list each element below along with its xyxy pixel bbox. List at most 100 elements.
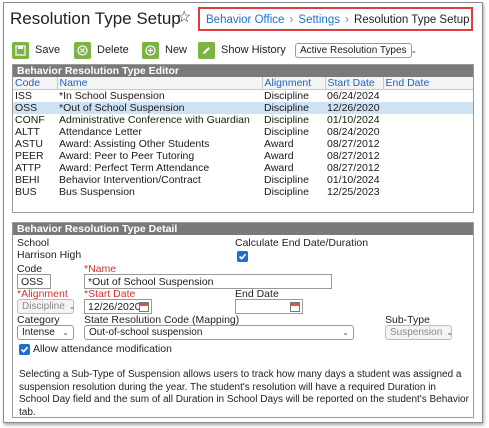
table-row[interactable]: ALTT Attendance Letter Discipline 08/24/202… [13,126,473,138]
chevron-down-icon: ⌄ [446,328,453,337]
toolbar: Save Delete New Show History Active Reso… [12,40,472,60]
start-date-value: 12/26/2020 [88,301,141,313]
school-label: School [17,237,50,249]
allow-attendance-modification-label: Allow attendance modification [33,343,172,355]
cell-code: CONF [15,114,45,126]
cell-alignment: Discipline [264,174,309,186]
breadcrumb-current: Resolution Type Setup [353,14,470,26]
end-date-input[interactable] [235,299,303,314]
cell-start-date: 06/24/2024 [327,90,380,102]
column-header-end-date[interactable]: End Date [383,77,473,90]
table-row[interactable]: OSS *Out of School Suspension Discipline 12… [13,102,473,114]
cell-alignment: Discipline [262,102,325,114]
table-row[interactable]: CONF Administrative Conference with Guard… [13,114,473,126]
chevron-down-icon: ⌄ [342,328,349,337]
cell-start-date: 01/10/2024 [327,114,380,126]
delete-button[interactable]: Delete [74,40,129,60]
cell-start-date: 08/24/2020 [327,126,380,138]
breadcrumb-settings[interactable]: Settings [298,14,340,26]
page-title: Resolution Type Setup [10,9,181,28]
resolution-editor-panel: Behavior Resolution Type Editor Code Nam… [12,64,474,213]
cell-code: ATTP [15,162,42,174]
table-row[interactable]: BUS Bus Suspension Discipline 12/25/2023 [13,186,473,198]
cell-end-date [383,162,473,174]
cell-end-date [383,126,473,138]
chevron-down-icon: ⌄ [68,302,76,311]
table-row[interactable]: ASTU Award: Assisting Other Students Award… [13,138,473,150]
breadcrumb: Behavior Office › Settings › Resolution Type… [198,7,473,31]
allow-attendance-modification-checkbox[interactable] [19,344,30,355]
calculate-end-date-label: Calculate End Date/Duration [235,237,369,249]
cell-code: ASTU [15,138,44,150]
school-value: Harrison High [17,249,82,261]
cell-code: OSS [13,102,57,114]
cell-alignment: Award [264,150,294,162]
cell-name: Award: Assisting Other Students [59,138,210,150]
cell-name: Bus Suspension [59,186,135,198]
category-select[interactable]: Intense ⌄ [17,325,74,340]
column-header-alignment[interactable]: Alignment [262,77,326,90]
delete-icon [74,41,91,59]
table-row[interactable]: ATTP Award: Perfect Term Attendance Award 0… [13,162,473,174]
cell-start-date: 12/26/2020 [325,102,383,114]
cell-start-date: 08/27/2012 [327,162,380,174]
cell-name: Administrative Conference with Guardian [59,114,250,126]
title-bar: Resolution Type Setup ☆ Behavior Office ›… [4,3,482,35]
cell-code: ALTT [15,126,40,138]
table-row[interactable]: ISS *In School Suspension Discipline 06/24/… [13,90,473,103]
calendar-icon[interactable] [139,302,149,312]
cell-start-date: 12/25/2023 [327,186,380,198]
state-resolution-code-select[interactable]: Out-of-school suspension ⌄ [84,325,354,340]
cell-start-date: 08/27/2012 [327,150,380,162]
cell-end-date [383,138,473,150]
resolution-filter-select[interactable]: Active Resolution Types ⌄ [295,43,417,58]
resolution-table: Code Name Alignment Start Date End Date … [13,77,473,198]
save-label: Save [35,44,61,56]
calculate-end-date-checkbox[interactable] [237,251,248,262]
delete-label: Delete [97,44,129,56]
category-value: Intense [22,327,55,338]
cell-code: BEHI [15,174,40,186]
detail-panel-title: Behavior Resolution Type Detail [13,223,473,235]
sub-type-value: Suspension [390,327,443,338]
column-header-code[interactable]: Code [13,77,58,90]
start-date-input[interactable]: 12/26/2020 [84,299,152,314]
new-button[interactable]: New [142,40,187,60]
cell-name: Award: Perfect Term Attendance [59,162,210,174]
cell-alignment: Discipline [264,186,309,198]
star-icon[interactable]: ☆ [177,10,191,26]
code-input[interactable]: OSS [17,274,51,289]
cell-start-date: 01/10/2024 [327,174,380,186]
column-header-start-date[interactable]: Start Date [325,77,384,90]
breadcrumb-behavior-office[interactable]: Behavior Office [206,14,284,26]
state-resolution-code-value: Out-of-school suspension [89,327,203,338]
check-icon [238,253,247,260]
sub-type-select[interactable]: Suspension ⌄ [385,325,453,340]
cell-alignment: Discipline [264,126,309,138]
cell-alignment: Discipline [264,90,309,102]
cell-end-date [383,186,473,198]
cell-name: *Out of School Suspension [57,102,262,114]
cell-start-date: 08/27/2012 [327,138,380,150]
table-row[interactable]: BEHI Behavior Intervention/Contract Discip… [13,174,473,186]
name-input[interactable]: *Out of School Suspension [84,274,332,289]
cell-end-date [383,114,473,126]
cell-name: *In School Suspension [59,90,165,102]
chevron-right-icon: › [289,12,294,26]
alignment-select[interactable]: Discipline ⌄ [17,299,76,314]
sub-type-description: Selecting a Sub-Type of Suspension allow… [19,369,469,418]
table-header-row: Code Name Alignment Start Date End Date [13,77,473,90]
cell-end-date [383,150,473,162]
save-button[interactable]: Save [12,40,60,60]
resolution-filter-value: Active Resolution Types [300,45,407,56]
app-window: Resolution Type Setup ☆ Behavior Office ›… [3,2,483,423]
table-row[interactable]: PEER Award: Peer to Peer Tutoring Award 08/… [13,150,473,162]
show-history-button[interactable]: Show History [198,40,286,60]
cell-code: PEER [15,150,44,162]
column-header-name[interactable]: Name [57,77,263,90]
cell-end-date [383,90,473,103]
cell-alignment: Discipline [264,114,309,126]
calendar-icon[interactable] [290,302,300,312]
plus-icon [142,41,159,59]
cell-end-date [383,174,473,186]
